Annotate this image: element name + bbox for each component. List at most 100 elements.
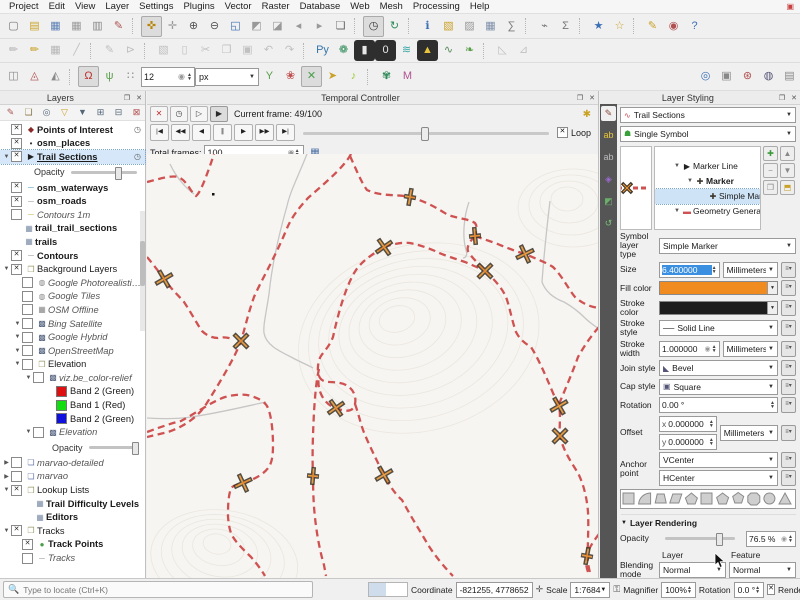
layer-item-openstreetmap[interactable]: ▼▩OpenStreetMap bbox=[0, 344, 145, 358]
layer-visibility-checkbox[interactable] bbox=[22, 318, 33, 329]
transport-5[interactable]: ▶▶ bbox=[255, 124, 274, 141]
refresh-map-icon[interactable]: ↻ bbox=[384, 16, 405, 37]
anchor-h-override-button[interactable]: ≡▾ bbox=[781, 470, 796, 486]
layer-visibility-checkbox[interactable]: ✕ bbox=[11, 525, 22, 536]
expand-all-icon[interactable]: ⊞ bbox=[92, 105, 109, 120]
symbol-tree-item-marker-line[interactable]: ▼▶Marker Line bbox=[655, 159, 760, 174]
plugin-leaf-icon[interactable]: ❧ bbox=[459, 40, 480, 61]
layer-item-trail-sections[interactable]: ▼✕▶Trail Sections◷ bbox=[0, 150, 145, 164]
field-calculator-icon[interactable]: ∑ bbox=[501, 16, 522, 37]
undock-icon[interactable]: ❐ bbox=[121, 94, 133, 102]
enable-tracing-icon[interactable]: ✕ bbox=[301, 66, 322, 87]
georeferencer-icon[interactable]: ⊛ bbox=[737, 66, 758, 87]
transport-4[interactable]: ▶ bbox=[234, 124, 253, 141]
styling-layer-combo[interactable]: ∿ Trail Sections▼ bbox=[620, 107, 796, 123]
cad-ruler-icon[interactable]: ◺ bbox=[492, 40, 513, 61]
project-open-icon[interactable]: ▤ bbox=[24, 16, 45, 37]
anchor-v-override-button[interactable]: ≡▾ bbox=[781, 452, 796, 468]
plugin-check-icon[interactable]: ≋ bbox=[396, 40, 417, 61]
coordinate-input[interactable]: -821255, 4778652 bbox=[456, 582, 533, 598]
move-up-button[interactable]: ▲ bbox=[780, 146, 795, 161]
project-save-icon[interactable]: ▦ bbox=[45, 16, 66, 37]
menu-raster[interactable]: Raster bbox=[257, 1, 295, 12]
render-checkbox[interactable]: ✕ bbox=[767, 584, 775, 595]
expander-icon[interactable]: ▼ bbox=[13, 321, 22, 327]
zoom-to-layer-icon[interactable]: ◪ bbox=[267, 16, 288, 37]
undo-icon[interactable]: ↶ bbox=[258, 40, 279, 61]
grass-tools-icon[interactable]: ❁ bbox=[333, 40, 354, 61]
layer-item-trail-difficulty-levels[interactable]: ▦Trail Difficulty Levels bbox=[0, 497, 145, 511]
menu-edit[interactable]: Edit bbox=[44, 1, 70, 12]
layer-visibility-checkbox[interactable]: ✕ bbox=[11, 250, 22, 261]
expander-icon[interactable]: ▼ bbox=[13, 361, 22, 367]
layer-visibility-checkbox[interactable] bbox=[22, 291, 33, 302]
identify-features-icon[interactable]: ℹ bbox=[417, 16, 438, 37]
annotation-tool-icon[interactable]: ✎ bbox=[642, 16, 663, 37]
expander-icon[interactable]: ▼ bbox=[2, 266, 11, 272]
layer-item-google-tiles[interactable]: ◍Google Tiles bbox=[0, 290, 145, 304]
lock-scale-icon[interactable]: ⚿ bbox=[613, 584, 620, 595]
vertex-tool-icon[interactable]: ⊳ bbox=[120, 40, 141, 61]
tab-diagrams-icon[interactable]: ◩ bbox=[601, 194, 616, 209]
map-canvas[interactable] bbox=[147, 154, 599, 578]
filter-by-expression-icon[interactable]: ▼ bbox=[74, 105, 91, 120]
data-source-manager-icon[interactable]: ▤ bbox=[779, 66, 800, 87]
transport-2[interactable]: ◀ bbox=[192, 124, 211, 141]
pan-map-icon[interactable]: ✜ bbox=[141, 16, 162, 37]
offset-x-input[interactable]: x0.000000▲▼ bbox=[659, 416, 717, 432]
marker-shape-option-8[interactable] bbox=[748, 493, 760, 505]
topological-editing-icon[interactable]: Y bbox=[259, 66, 280, 87]
extents-icon[interactable]: ✛ bbox=[536, 584, 544, 595]
layer-visibility-checkbox[interactable]: ✕ bbox=[11, 196, 22, 207]
snapping-toggle-icon[interactable]: Ω bbox=[78, 66, 99, 87]
temporal-fixed-button[interactable]: ◷ bbox=[170, 106, 188, 122]
menu-settings[interactable]: Settings bbox=[134, 1, 178, 12]
undock-icon[interactable]: ❐ bbox=[776, 94, 788, 102]
cap-style-combo[interactable]: ▣Square▼ bbox=[659, 379, 778, 395]
marker-shape-option-4[interactable] bbox=[685, 493, 697, 504]
layer-item-points-of-interest[interactable]: ✕◆Points of Interest◷ bbox=[0, 123, 145, 137]
layer-item-tracks[interactable]: ▼✕❒Tracks bbox=[0, 524, 145, 538]
layers-scrollbar[interactable] bbox=[140, 211, 145, 331]
close-icon[interactable]: ✕ bbox=[133, 94, 145, 102]
layer-item-lookup-lists[interactable]: ▼✕❒Lookup Lists bbox=[0, 483, 145, 497]
cut-features-icon[interactable]: ✂ bbox=[195, 40, 216, 61]
copy-features-icon[interactable]: ❐ bbox=[216, 40, 237, 61]
layer-item-marvao-detailed[interactable]: ▶❏marvao-detailed bbox=[0, 456, 145, 470]
digitize-line-icon[interactable]: ╱ bbox=[66, 40, 87, 61]
blend-layer-combo[interactable]: Normal▼ bbox=[659, 562, 726, 578]
plugin-zero-icon[interactable]: 0 bbox=[375, 40, 396, 61]
rotate-feature-icon[interactable]: ◬ bbox=[24, 66, 45, 87]
expander-icon[interactable]: ▼ bbox=[2, 487, 11, 493]
plugin-terrain-icon[interactable]: ▲ bbox=[417, 40, 438, 61]
zoom-in-icon[interactable]: ⊕ bbox=[183, 16, 204, 37]
advanced-digitizing-icon[interactable]: ➤ bbox=[322, 66, 343, 87]
zoom-full-icon[interactable]: ◱ bbox=[225, 16, 246, 37]
layer-item-trail-trail-sections[interactable]: ▦trail_trail_sections bbox=[0, 222, 145, 236]
layer-visibility-checkbox[interactable] bbox=[22, 553, 33, 564]
layer-visibility-checkbox[interactable]: ✕ bbox=[11, 124, 22, 135]
opacity-slider[interactable] bbox=[71, 171, 137, 174]
layer-visibility-checkbox[interactable]: ✕ bbox=[11, 485, 22, 496]
scale-combo[interactable]: 1:7684▼ bbox=[570, 582, 610, 598]
join-style-combo[interactable]: ◣Bevel▼ bbox=[659, 360, 778, 376]
open-attribute-table-icon[interactable]: ▦ bbox=[480, 16, 501, 37]
menu-project[interactable]: Project bbox=[4, 1, 44, 12]
symbol-tree-item-marker[interactable]: ▼✚Marker bbox=[655, 174, 760, 189]
opacity-slider[interactable] bbox=[89, 446, 137, 449]
layer-visibility-checkbox[interactable] bbox=[11, 471, 22, 482]
menu-plugins[interactable]: Plugins bbox=[178, 1, 219, 12]
tab-symbology-icon[interactable]: ✎ bbox=[601, 106, 616, 121]
cad-construction-icon[interactable]: ⊿ bbox=[513, 40, 534, 61]
lock-colors-button[interactable]: ⬒ bbox=[780, 180, 795, 195]
layer-item-osm-places[interactable]: ✕•osm_places bbox=[0, 137, 145, 151]
layer-item-marvao[interactable]: ▶❏marvao bbox=[0, 470, 145, 484]
tab-history-icon[interactable]: ↺ bbox=[601, 216, 616, 231]
toggle-editing-icon[interactable]: ✏ bbox=[24, 40, 45, 61]
show-bookmarks-icon[interactable]: ☆ bbox=[609, 16, 630, 37]
menu-view[interactable]: View bbox=[70, 1, 100, 12]
project-save-as-icon[interactable]: ▦ bbox=[66, 16, 87, 37]
undock-icon[interactable]: ❐ bbox=[574, 94, 586, 102]
menu-database[interactable]: Database bbox=[295, 1, 346, 12]
offset-y-input[interactable]: y0.000000▲▼ bbox=[659, 434, 717, 450]
